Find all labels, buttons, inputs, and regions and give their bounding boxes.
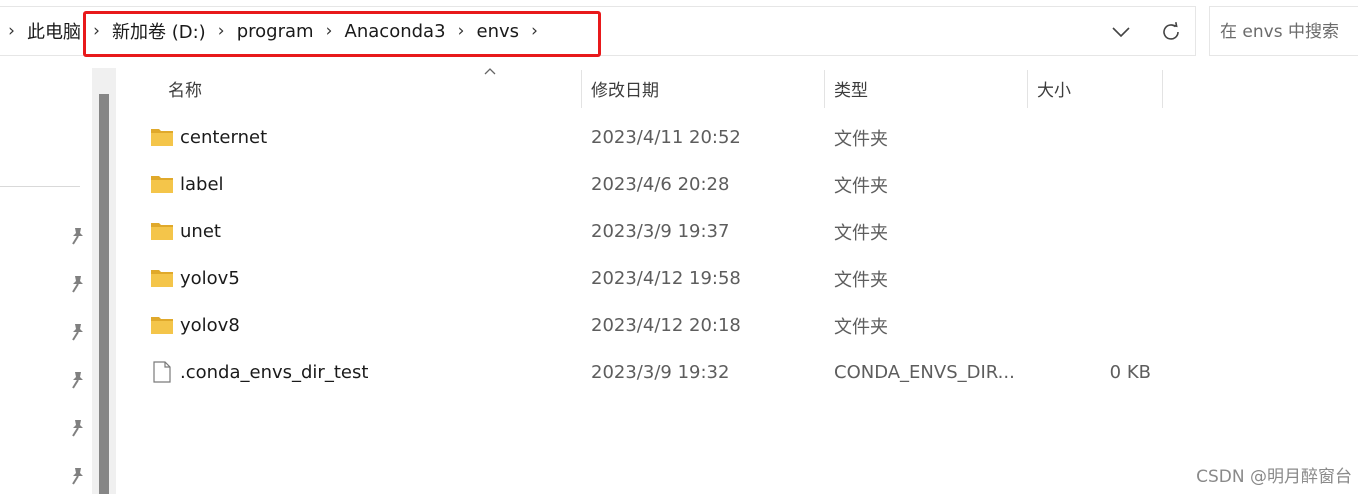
folder-icon: [151, 129, 173, 146]
address-bar[interactable]: › 此电脑 › 新加卷 (D:) › program › Anaconda3 ›…: [0, 6, 1196, 57]
pin-icon[interactable]: [68, 322, 88, 342]
file-name: label: [180, 174, 224, 195]
folder-icon: [151, 317, 173, 334]
file-size: 0 KB: [1109, 362, 1151, 383]
pin-icon[interactable]: [68, 466, 88, 486]
annotation-highlight-box: [83, 11, 601, 57]
folder-icon: [151, 176, 173, 193]
list-item[interactable]: yolov5 2023/4/12 19:58 文件夹: [120, 255, 1180, 302]
pin-icon[interactable]: [68, 274, 88, 294]
list-item[interactable]: unet 2023/3/9 19:37 文件夹: [120, 208, 1180, 255]
file-date: 2023/3/9 19:37: [591, 221, 730, 242]
file-date: 2023/3/9 19:32: [591, 362, 730, 383]
list-item[interactable]: label 2023/4/6 20:28 文件夹: [120, 161, 1180, 208]
column-header-size[interactable]: 大小: [1037, 68, 1157, 108]
file-date: 2023/4/12 20:18: [591, 315, 741, 336]
file-size: [1035, 302, 1151, 349]
file-type: 文件夹: [834, 222, 888, 244]
list-item[interactable]: .conda_envs_dir_test 2023/3/9 19:32 COND…: [120, 349, 1180, 396]
pin-icon[interactable]: [68, 226, 88, 246]
refresh-icon[interactable]: [1155, 17, 1187, 47]
file-type: 文件夹: [834, 316, 888, 338]
column-divider[interactable]: [1027, 70, 1028, 108]
file-type: 文件夹: [834, 175, 888, 197]
column-divider[interactable]: [581, 70, 582, 108]
nav-scrollbar-thumb[interactable]: [99, 94, 109, 494]
file-size: [1035, 208, 1151, 255]
file-date: 2023/4/6 20:28: [591, 174, 730, 195]
column-header-row: 名称 修改日期 类型 大小: [120, 68, 1180, 110]
pin-icon[interactable]: [68, 370, 88, 390]
file-name: centernet: [180, 127, 268, 148]
column-divider[interactable]: [1162, 70, 1163, 108]
list-item[interactable]: centernet 2023/4/11 20:52 文件夹: [120, 114, 1180, 161]
file-icon: [153, 361, 171, 383]
nav-divider: [0, 186, 80, 187]
search-input[interactable]: [1220, 20, 1355, 44]
watermark: CSDN @明月醉窗台: [1196, 467, 1352, 487]
search-box[interactable]: [1209, 6, 1358, 56]
file-type: 文件夹: [834, 269, 888, 291]
file-date: 2023/4/11 20:52: [591, 127, 741, 148]
folder-icon: [151, 270, 173, 287]
pin-icon[interactable]: [68, 418, 88, 438]
file-name: yolov8: [180, 315, 240, 336]
chevron-down-icon[interactable]: [1107, 19, 1135, 45]
folder-icon: [151, 223, 173, 240]
file-name: .conda_envs_dir_test: [180, 362, 369, 383]
file-size: [1035, 114, 1151, 161]
chevron-right-icon[interactable]: ›: [0, 21, 23, 41]
file-type: 文件夹: [834, 128, 888, 150]
file-type: CONDA_ENVS_DIR...: [834, 362, 1014, 383]
file-size: [1035, 255, 1151, 302]
column-header-type[interactable]: 类型: [834, 68, 1024, 108]
file-size: [1035, 161, 1151, 208]
file-date: 2023/4/12 19:58: [591, 268, 741, 289]
column-header-date[interactable]: 修改日期: [591, 68, 821, 108]
column-header-name[interactable]: 名称: [168, 68, 578, 108]
list-item[interactable]: yolov8 2023/4/12 20:18 文件夹: [120, 302, 1180, 349]
file-name: yolov5: [180, 268, 240, 289]
file-name: unet: [180, 221, 221, 242]
file-explorer-window: › 此电脑 › 新加卷 (D:) › program › Anaconda3 ›…: [0, 0, 1358, 494]
breadcrumb-this-pc[interactable]: 此电脑: [23, 18, 85, 44]
column-divider[interactable]: [824, 70, 825, 108]
navigation-pane: [0, 62, 118, 494]
